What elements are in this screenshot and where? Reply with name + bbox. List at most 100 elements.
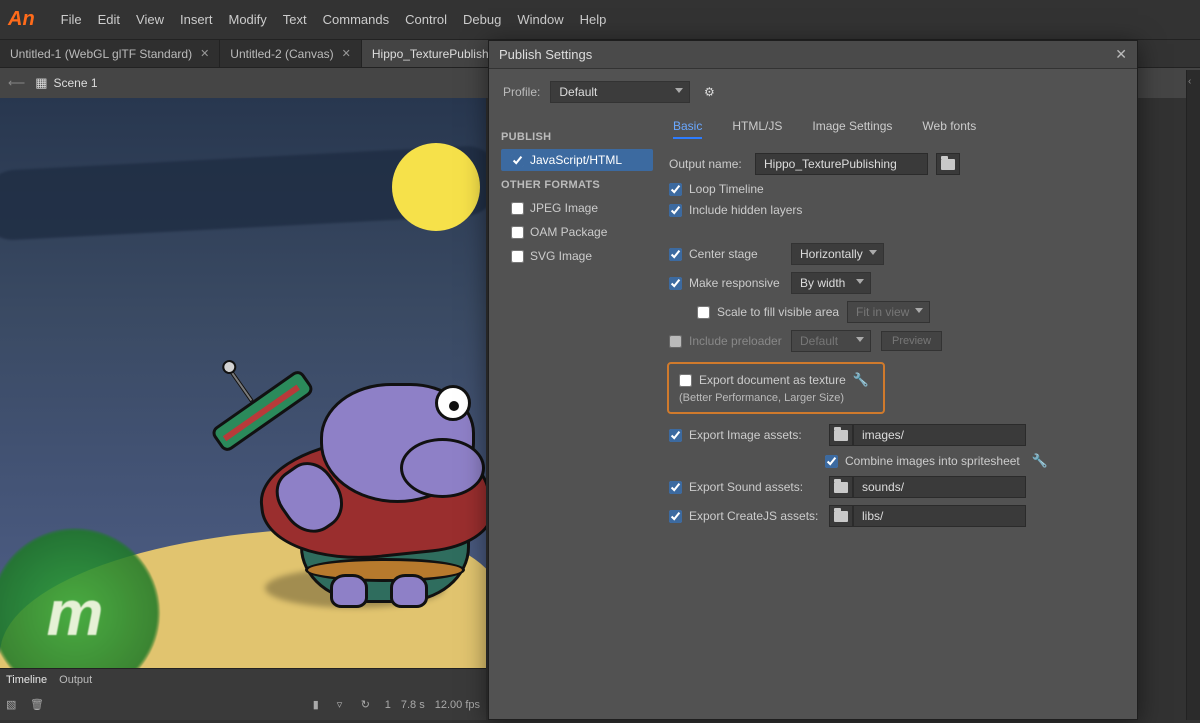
elapsed-time: 7.8 s <box>401 699 425 711</box>
menu-modify[interactable]: Modify <box>229 12 267 27</box>
loop-timeline-label: Loop Timeline <box>689 182 764 196</box>
profile-label: Profile: <box>503 85 540 99</box>
menu-edit[interactable]: Edit <box>98 12 120 27</box>
menu-file[interactable]: File <box>61 12 82 27</box>
export-texture-checkbox[interactable]: Export document as texture <box>679 373 846 387</box>
menu-debug[interactable]: Debug <box>463 12 501 27</box>
chevron-left-icon: ‹ <box>1188 76 1191 87</box>
fps-display: 12.00 fps <box>435 699 480 711</box>
include-preloader-label: Include preloader <box>689 334 782 348</box>
center-stage-checkbox[interactable]: Center stage <box>669 247 791 261</box>
menu-window[interactable]: Window <box>517 12 563 27</box>
sounds-path-input[interactable] <box>853 476 1026 498</box>
menu-insert[interactable]: Insert <box>180 12 213 27</box>
browse-output-folder-button[interactable] <box>936 153 960 175</box>
chevron-down-icon <box>675 88 683 93</box>
center-stage-mode-value: Horizontally <box>800 247 863 261</box>
preview-button: Preview <box>881 331 942 351</box>
export-texture-label: Export document as texture <box>699 373 846 387</box>
combine-sprites-checkbox[interactable]: Combine images into spritesheet <box>825 454 1020 468</box>
publish-header: PUBLISH <box>501 131 659 143</box>
scale-fill-label: Scale to fill visible area <box>717 305 839 319</box>
close-icon[interactable]: ✕ <box>342 47 351 60</box>
sidebar-item-svg-checkbox[interactable] <box>511 250 524 263</box>
sidebar-item-jpeg-checkbox[interactable] <box>511 202 524 215</box>
tab-image-settings[interactable]: Image Settings <box>812 119 892 139</box>
libs-folder-button[interactable] <box>829 505 853 527</box>
menu-control[interactable]: Control <box>405 12 447 27</box>
output-tab[interactable]: Output <box>59 674 92 686</box>
export-createjs-label: Export CreateJS assets: <box>689 509 818 523</box>
export-image-label: Export Image assets: <box>689 428 802 442</box>
document-tab-1[interactable]: Untitled-1 (WebGL glTF Standard)✕ <box>0 40 220 67</box>
sidebar-item-oam[interactable]: OAM Package <box>501 221 659 243</box>
trash-icon[interactable]: 🗑 <box>30 698 44 712</box>
back-icon[interactable]: ⟵ <box>8 76 25 90</box>
gear-icon[interactable]: ⚙ <box>700 83 718 101</box>
keyframe-icon[interactable]: ▧ <box>6 698 20 712</box>
tab-htmljs[interactable]: HTML/JS <box>732 119 782 139</box>
marker-icon[interactable]: ▿ <box>337 698 351 712</box>
include-hidden-checkbox[interactable]: Include hidden layers <box>669 203 802 217</box>
stage-canvas[interactable]: m <box>0 98 486 668</box>
preloader-mode-select: Default <box>791 330 871 352</box>
sounds-folder-button[interactable] <box>829 476 853 498</box>
sidebar-item-jpeg[interactable]: JPEG Image <box>501 197 659 219</box>
center-stage-mode-select[interactable]: Horizontally <box>791 243 884 265</box>
camera-icon[interactable]: ▮ <box>313 698 327 712</box>
include-preloader-checkbox[interactable]: Include preloader <box>669 334 791 348</box>
sidebar-item-js-html[interactable]: JavaScript/HTML <box>501 149 653 171</box>
folder-icon <box>834 430 848 441</box>
images-path-input[interactable] <box>853 424 1026 446</box>
dialog-title-text: Publish Settings <box>499 47 592 62</box>
menu-text[interactable]: Text <box>283 12 307 27</box>
include-hidden-label: Include hidden layers <box>689 203 802 217</box>
timeline-tab[interactable]: Timeline <box>6 674 47 686</box>
menu-view[interactable]: View <box>136 12 164 27</box>
profile-select[interactable]: Default <box>550 81 690 103</box>
tab-web-fonts[interactable]: Web fonts <box>922 119 976 139</box>
menu-commands[interactable]: Commands <box>323 12 389 27</box>
app-logo: An <box>8 8 35 31</box>
loop-timeline-checkbox[interactable]: Loop Timeline <box>669 182 764 196</box>
responsive-mode-select[interactable]: By width <box>791 272 871 294</box>
sidebar-item-label: OAM Package <box>530 225 607 239</box>
folder-icon <box>834 511 848 522</box>
chevron-down-icon <box>856 279 864 284</box>
output-name-input[interactable] <box>755 153 928 175</box>
wrench-icon[interactable]: 🔧 <box>1032 453 1048 469</box>
profile-select-value: Default <box>559 85 597 99</box>
document-tab-2[interactable]: Untitled-2 (Canvas)✕ <box>220 40 362 67</box>
sidebar-item-label: SVG Image <box>530 249 592 263</box>
export-createjs-checkbox[interactable]: Export CreateJS assets: <box>669 509 821 523</box>
current-frame: 1 <box>385 699 391 711</box>
wrench-icon[interactable]: 🔧 <box>853 372 869 388</box>
top-menu-bar: An File Edit View Insert Modify Text Com… <box>0 0 1200 40</box>
export-image-checkbox[interactable]: Export Image assets: <box>669 428 821 442</box>
dialog-titlebar[interactable]: Publish Settings ✕ <box>489 41 1137 69</box>
images-folder-button[interactable] <box>829 424 853 446</box>
close-icon[interactable]: ✕ <box>1115 46 1127 63</box>
scale-fill-checkbox[interactable]: Scale to fill visible area <box>697 305 847 319</box>
right-panel-collapsed[interactable]: ‹ <box>1186 70 1200 720</box>
libs-path-input[interactable] <box>853 505 1026 527</box>
responsive-mode-value: By width <box>800 276 845 290</box>
loop-icon[interactable]: ↻ <box>361 698 375 712</box>
make-responsive-checkbox[interactable]: Make responsive <box>669 276 791 290</box>
sidebar-item-js-html-checkbox[interactable] <box>511 154 524 167</box>
moon-shape <box>392 143 480 231</box>
chevron-down-icon <box>869 250 877 255</box>
sidebar-item-svg[interactable]: SVG Image <box>501 245 659 267</box>
sidebar-item-oam-checkbox[interactable] <box>511 226 524 239</box>
menu-help[interactable]: Help <box>580 12 607 27</box>
timeline-panel: Timeline Output ▧ 🗑 ▮ ▿ ↻ 1 7.8 s 12.00 … <box>0 668 486 720</box>
scene-name[interactable]: Scene 1 <box>54 76 98 90</box>
tab-basic[interactable]: Basic <box>673 119 702 139</box>
sidebar-item-label: JPEG Image <box>530 201 598 215</box>
close-icon[interactable]: ✕ <box>200 47 209 60</box>
center-stage-label: Center stage <box>689 247 758 261</box>
scale-fill-mode-select: Fit in view <box>847 301 930 323</box>
export-sound-label: Export Sound assets: <box>689 480 803 494</box>
export-sound-checkbox[interactable]: Export Sound assets: <box>669 480 821 494</box>
folder-icon <box>941 159 955 170</box>
